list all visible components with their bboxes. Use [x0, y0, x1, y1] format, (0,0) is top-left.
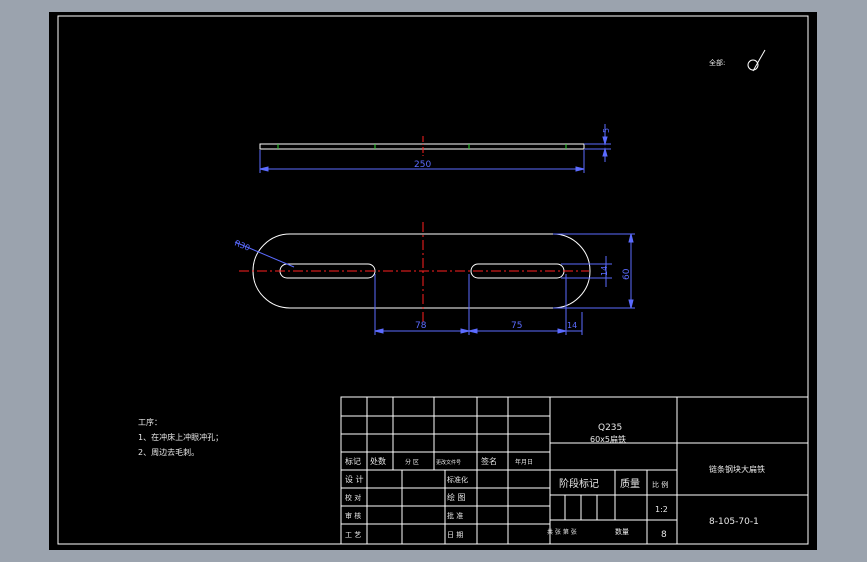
mass-label: 质量	[620, 478, 640, 490]
part-name-text: 链条钢块大扁铁	[709, 464, 765, 474]
notes-line-1: 1、在冲床上冲眼冲孔；	[138, 432, 223, 442]
role-standardize: 标准化	[447, 475, 468, 484]
notes-line-2: 2、周边去毛刺。	[138, 447, 199, 457]
rev-mark-header: 标记	[345, 456, 361, 466]
role-design: 设 计	[345, 474, 364, 484]
height-dim-label: 60	[622, 268, 632, 280]
quantity-label: 数量	[615, 527, 629, 536]
scale-value: 1:2	[655, 505, 668, 514]
rev-doc-header: 更改文件号	[436, 459, 461, 466]
material-text: Q235	[598, 423, 622, 433]
quantity-value: 8	[661, 530, 667, 540]
slot-width-dim-label: 14	[600, 266, 609, 276]
rev-date-header: 年月日	[515, 458, 533, 466]
rev-count-header: 处数	[370, 456, 386, 466]
radius-dim-label: R30	[233, 239, 251, 253]
role-drawing: 绘 图	[447, 492, 466, 502]
scale-label: 比 例	[652, 480, 668, 489]
title-block-text: 标记 处数 分 区 更改文件号 签名 年月日 设 计 校 对 审 核 工 艺 标…	[345, 423, 765, 540]
role-approve: 批 准	[447, 511, 463, 520]
plate-side-outline	[259, 143, 585, 150]
process-notes: 工序： 1、在冲床上冲眼冲孔； 2、周边去毛刺。	[138, 417, 223, 457]
rev-sign-header: 签名	[481, 456, 497, 466]
length-dim-label: 250	[414, 160, 431, 170]
thickness-dim-label: 5	[602, 128, 611, 133]
rev-zone-header: 分 区	[405, 458, 419, 466]
sheet-label: 共 张 第 张	[547, 528, 577, 536]
drawing-number: 8-105-70-1	[709, 517, 759, 527]
end-offset-label: 14	[567, 321, 577, 330]
roughness-label: 全部:	[709, 58, 725, 67]
cad-drawing: 全部: 250 5 R30 60 14 78 75 14 工序： 1、在冲床上冲…	[57, 15, 809, 545]
pitch-right-label: 75	[511, 321, 522, 331]
side-view: 250 5	[259, 124, 611, 173]
drawing-canvas: 全部: 250 5 R30 60 14 78 75 14 工序： 1、在冲床上冲…	[49, 12, 817, 550]
notes-title: 工序：	[138, 417, 162, 427]
stage-label: 阶段标记	[559, 477, 599, 490]
front-view: R30 60 14 78 75 14	[233, 222, 635, 335]
role-check: 校 对	[345, 493, 361, 502]
role-date: 日 期	[447, 531, 463, 539]
role-review: 审 核	[345, 511, 361, 520]
pitch-left-label: 78	[415, 321, 427, 331]
role-process: 工 艺	[345, 531, 361, 539]
drawing-frame	[57, 15, 809, 545]
roughness-icon	[747, 49, 766, 72]
spec-text: 60x5扁铁	[590, 434, 626, 444]
